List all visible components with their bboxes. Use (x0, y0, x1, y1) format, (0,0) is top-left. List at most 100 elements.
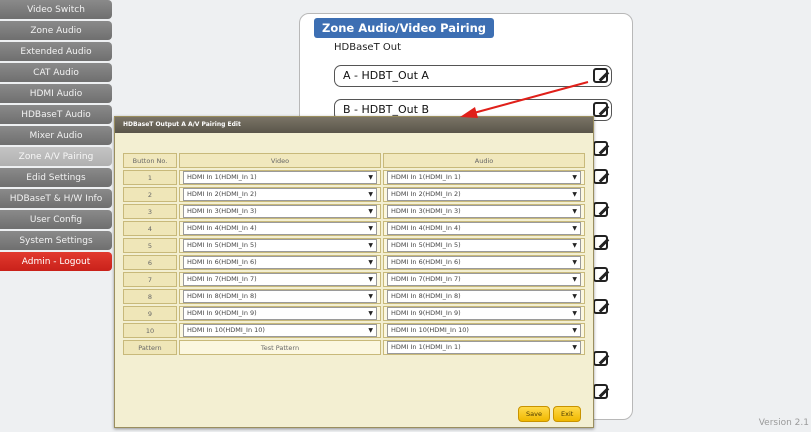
edit-icon[interactable] (593, 351, 608, 366)
video-select[interactable]: HDMI In 3(HDMI_In 3) ▼ (183, 205, 377, 218)
video-select[interactable]: HDMI In 7(HDMI_In 7) ▼ (183, 273, 377, 286)
dropdown-arrow-icon: ▼ (572, 310, 577, 317)
edit-icon[interactable] (593, 68, 608, 83)
sidebar-item-logout[interactable]: Admin - Logout (0, 252, 112, 271)
video-select[interactable]: HDMI In 2(HDMI_In 2) ▼ (183, 188, 377, 201)
video-select-value: HDMI In 6(HDMI_In 6) (187, 258, 257, 266)
button-number: 6 (123, 255, 177, 270)
test-pattern-cell: Test Pattern (179, 340, 381, 355)
button-number: 10 (123, 323, 177, 338)
sidebar-item-cat-audio[interactable]: CAT Audio (0, 63, 112, 82)
audio-cell: HDMI In 7(HDMI_In 7) ▼ (383, 272, 585, 287)
dropdown-arrow-icon: ▼ (572, 276, 577, 283)
pattern-label: Pattern (123, 340, 177, 355)
audio-select-value: HDMI In 8(HDMI_In 8) (391, 292, 461, 300)
pattern-row: Pattern Test Pattern HDMI In 1(HDMI_In 1… (123, 340, 585, 355)
audio-select[interactable]: HDMI In 7(HDMI_In 7) ▼ (387, 273, 581, 286)
sidebar-item-mixer-audio[interactable]: Mixer Audio (0, 126, 112, 145)
video-select-value: HDMI In 7(HDMI_In 7) (187, 275, 257, 283)
audio-select[interactable]: HDMI In 8(HDMI_In 8) ▼ (387, 290, 581, 303)
video-cell: HDMI In 2(HDMI_In 2) ▼ (179, 187, 381, 202)
sidebar-item-zone-audio[interactable]: Zone Audio (0, 21, 112, 40)
video-select[interactable]: HDMI In 10(HDMI_In 10) ▼ (183, 324, 377, 337)
sidebar-item-hdbaset-audio[interactable]: HDBaseT Audio (0, 105, 112, 124)
dropdown-arrow-icon: ▼ (572, 259, 577, 266)
dropdown-arrow-icon: ▼ (572, 242, 577, 249)
sidebar-item-hdmi-audio[interactable]: HDMI Audio (0, 84, 112, 103)
button-number: 7 (123, 272, 177, 287)
button-number: 8 (123, 289, 177, 304)
button-number: 3 (123, 204, 177, 219)
audio-select[interactable]: HDMI In 6(HDMI_In 6) ▼ (387, 256, 581, 269)
table-row: 2 HDMI In 2(HDMI_In 2) ▼ HDMI In 2(HDMI_I… (123, 187, 585, 202)
edit-icon[interactable] (593, 299, 608, 314)
dropdown-arrow-icon: ▼ (368, 225, 373, 232)
video-select-value: HDMI In 5(HDMI_In 5) (187, 241, 257, 249)
video-cell: HDMI In 6(HDMI_In 6) ▼ (179, 255, 381, 270)
video-cell: HDMI In 1(HDMI_In 1) ▼ (179, 170, 381, 185)
edit-icon[interactable] (593, 102, 608, 117)
audio-select[interactable]: HDMI In 10(HDMI_In 10) ▼ (387, 324, 581, 337)
edit-icon[interactable] (593, 169, 608, 184)
exit-button[interactable]: Exit (553, 406, 582, 422)
sidebar-item-extended-audio[interactable]: Extended Audio (0, 42, 112, 61)
video-cell: HDMI In 7(HDMI_In 7) ▼ (179, 272, 381, 287)
video-select[interactable]: HDMI In 8(HDMI_In 8) ▼ (183, 290, 377, 303)
button-number: 1 (123, 170, 177, 185)
video-select[interactable]: HDMI In 9(HDMI_In 9) ▼ (183, 307, 377, 320)
audio-cell: HDMI In 5(HDMI_In 5) ▼ (383, 238, 585, 253)
sidebar-item-video-switch[interactable]: Video Switch (0, 0, 112, 19)
audio-select-value: HDMI In 9(HDMI_In 9) (391, 309, 461, 317)
video-select[interactable]: HDMI In 1(HDMI_In 1) ▼ (183, 171, 377, 184)
pairing-edit-dialog: HDBaseT Output A A/V Pairing Edit Button… (114, 116, 594, 428)
dropdown-arrow-icon: ▼ (368, 327, 373, 334)
edit-icon[interactable] (593, 141, 608, 156)
dropdown-arrow-icon: ▼ (368, 208, 373, 215)
edit-icon[interactable] (593, 202, 608, 217)
audio-cell: HDMI In 10(HDMI_In 10) ▼ (383, 323, 585, 338)
zone-row-a[interactable]: A - HDBT_Out A (334, 65, 612, 87)
dropdown-arrow-icon: ▼ (572, 344, 577, 351)
table-row: 3 HDMI In 3(HDMI_In 3) ▼ HDMI In 3(HDMI_I… (123, 204, 585, 219)
audio-select[interactable]: HDMI In 9(HDMI_In 9) ▼ (387, 307, 581, 320)
sidebar-item-zone-av-pairing[interactable]: Zone A/V Pairing (0, 147, 112, 166)
pairing-table: Button No. Video Audio 1 HDMI In 1(HDMI_… (121, 151, 587, 357)
audio-select-value: HDMI In 7(HDMI_In 7) (391, 275, 461, 283)
audio-cell: HDMI In 2(HDMI_In 2) ▼ (383, 187, 585, 202)
video-select[interactable]: HDMI In 4(HDMI_In 4) ▼ (183, 222, 377, 235)
sidebar-item-edid-settings[interactable]: Edid Settings (0, 168, 112, 187)
audio-select-value: HDMI In 1(HDMI_In 1) (391, 173, 461, 181)
video-select-value: HDMI In 1(HDMI_In 1) (187, 173, 257, 181)
audio-select-value: HDMI In 6(HDMI_In 6) (391, 258, 461, 266)
sidebar-item-system-settings[interactable]: System Settings (0, 231, 112, 250)
dropdown-arrow-icon: ▼ (572, 191, 577, 198)
section-label: HDBaseT Out (334, 42, 401, 53)
sidebar-item-hdbaset-hw-info[interactable]: HDBaseT & H/W Info (0, 189, 112, 208)
audio-select[interactable]: HDMI In 1(HDMI_In 1) ▼ (387, 341, 581, 354)
video-select-value: HDMI In 10(HDMI_In 10) (187, 326, 265, 334)
save-button[interactable]: Save (518, 406, 550, 422)
header-button-no: Button No. (123, 153, 177, 168)
dropdown-arrow-icon: ▼ (368, 174, 373, 181)
button-number: 5 (123, 238, 177, 253)
video-select[interactable]: HDMI In 5(HDMI_In 5) ▼ (183, 239, 377, 252)
audio-select-value: HDMI In 3(HDMI_In 3) (391, 207, 461, 215)
audio-select-value: HDMI In 1(HDMI_In 1) (391, 343, 461, 351)
audio-select[interactable]: HDMI In 2(HDMI_In 2) ▼ (387, 188, 581, 201)
edit-icon[interactable] (593, 235, 608, 250)
audio-select[interactable]: HDMI In 1(HDMI_In 1) ▼ (387, 171, 581, 184)
video-select[interactable]: HDMI In 6(HDMI_In 6) ▼ (183, 256, 377, 269)
edit-icon[interactable] (593, 267, 608, 282)
dialog-title: HDBaseT Output A A/V Pairing Edit (115, 117, 593, 133)
zone-row-label: B - HDBT_Out B (343, 103, 430, 116)
audio-select[interactable]: HDMI In 5(HDMI_In 5) ▼ (387, 239, 581, 252)
audio-select[interactable]: HDMI In 4(HDMI_In 4) ▼ (387, 222, 581, 235)
button-number: 9 (123, 306, 177, 321)
edit-icon[interactable] (593, 384, 608, 399)
sidebar-item-user-config[interactable]: User Config (0, 210, 112, 229)
zone-panel-title: Zone Audio/Video Pairing (314, 18, 495, 38)
dropdown-arrow-icon: ▼ (368, 242, 373, 249)
dropdown-arrow-icon: ▼ (368, 293, 373, 300)
audio-select[interactable]: HDMI In 3(HDMI_In 3) ▼ (387, 205, 581, 218)
audio-select-value: HDMI In 5(HDMI_In 5) (391, 241, 461, 249)
